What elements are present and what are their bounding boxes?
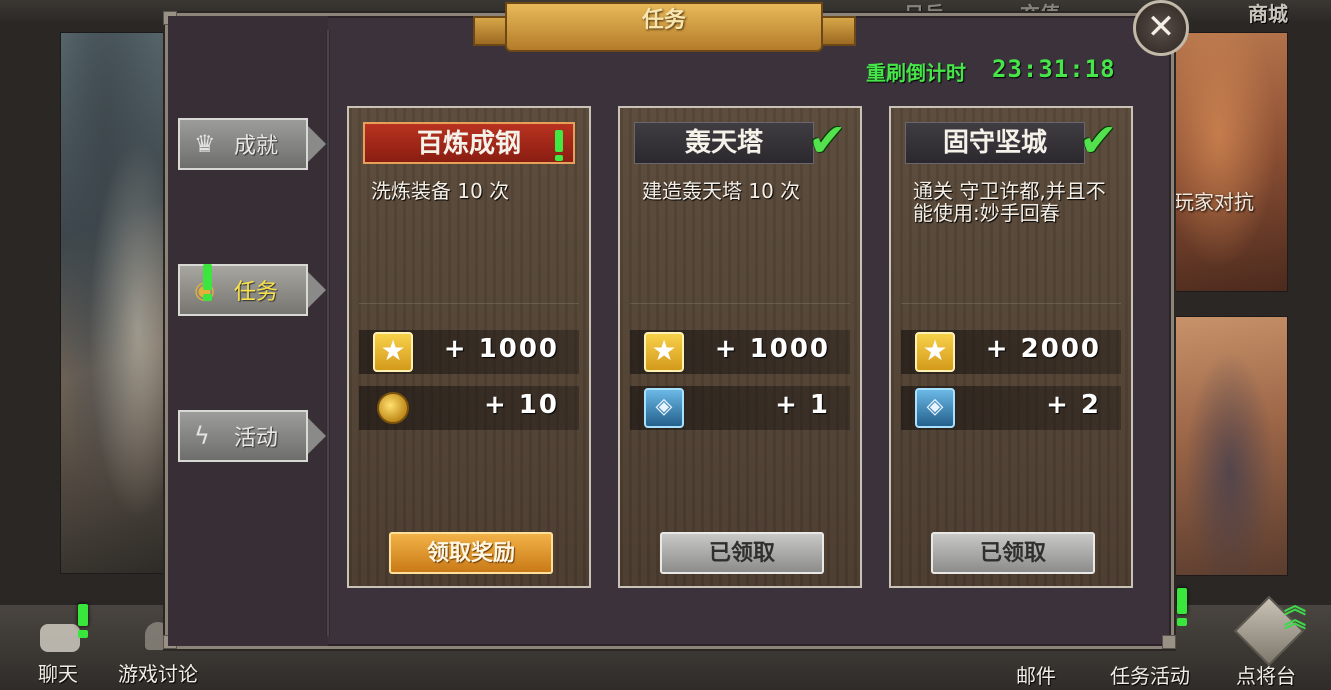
checkmark-icon: ✔ <box>1079 113 1118 167</box>
reward-row: ★ + 2000 <box>901 330 1121 374</box>
dock-mail[interactable]: 邮件 <box>1016 660 1056 689</box>
quest-title: 固守坚城 <box>905 122 1085 164</box>
tab-quests[interactable]: ◉ 任务 <box>178 264 326 316</box>
quest-card: 百炼成钢 洗炼装备 10 次 ★ + 1000 + 10 领取奖励 <box>347 106 591 588</box>
sidebar-divider <box>326 30 330 636</box>
star-icon: ★ <box>915 332 955 372</box>
dialog-corner <box>1162 635 1176 649</box>
card-divider <box>630 303 850 304</box>
tab-quests-label: 任务 <box>234 280 279 305</box>
quest-title-text: 固守坚城 <box>942 128 1047 158</box>
star-icon: ★ <box>644 332 684 372</box>
quest-description: 洗炼装备 10 次 <box>371 179 510 203</box>
card-icon: ◈ <box>644 388 684 428</box>
reward-value: + 1 <box>775 390 830 420</box>
upgrade-chevron-icon: ︽ ︽ <box>1284 594 1307 633</box>
reward-value: + 2 <box>1046 390 1101 420</box>
quest-activity-alert-icon <box>1177 588 1187 626</box>
reward-row: + 10 <box>359 386 579 430</box>
card-divider <box>901 303 1121 304</box>
quests-alert-icon <box>203 264 212 290</box>
card-icon: ◈ <box>915 388 955 428</box>
dock-chat[interactable]: 聊天 <box>38 658 78 687</box>
claimed-button[interactable]: 已领取 <box>931 532 1095 574</box>
chat-alert-icon <box>78 604 88 638</box>
dock-quest-activity[interactable]: 任务活动 <box>1110 660 1190 689</box>
quests-alert-dot <box>203 294 212 301</box>
dock-general-stage[interactable]: 点将台 <box>1236 660 1296 689</box>
reward-value: + 1000 <box>714 334 830 364</box>
quest-alert-icon <box>555 130 563 152</box>
card-divider <box>359 303 579 304</box>
crown-icon: ♛ <box>194 130 216 158</box>
reward-value: + 1000 <box>443 334 559 364</box>
tab-achievements[interactable]: ♛ 成就 <box>178 118 326 170</box>
battle-banner-image[interactable] <box>1172 316 1288 576</box>
chat-icon[interactable] <box>40 624 80 652</box>
hero-artwork <box>60 32 172 574</box>
close-button[interactable]: ✕ <box>1133 0 1189 56</box>
refresh-countdown-time: 23:31:18 <box>992 55 1116 83</box>
top-tab-shop[interactable]: 商城 <box>1248 0 1288 27</box>
reward-value: + 10 <box>483 390 559 420</box>
quest-title: 轰天塔 <box>634 122 814 164</box>
quest-title-text: 百炼成钢 <box>416 129 521 159</box>
dialog-title: 任务 <box>641 8 686 33</box>
dialog-sidebar <box>168 16 328 646</box>
quest-description: 通关 守卫许都,并且不能使用:妙手回春 <box>913 179 1106 225</box>
pvp-banner-image[interactable] <box>1172 32 1288 292</box>
claimed-button[interactable]: 已领取 <box>660 532 824 574</box>
quest-title: 百炼成钢 <box>363 122 575 164</box>
reward-row: ◈ + 1 <box>630 386 850 430</box>
star-icon: ★ <box>373 332 413 372</box>
tab-achievements-label: 成就 <box>234 134 279 159</box>
coins-icon <box>377 392 409 424</box>
quest-description: 建造轰天塔 10 次 <box>642 179 801 203</box>
reward-row: ◈ + 2 <box>901 386 1121 430</box>
quest-card: 固守坚城 ✔ 通关 守卫许都,并且不能使用:妙手回春 ★ + 2000 ◈ + … <box>889 106 1133 588</box>
refresh-countdown-label: 重刷倒计时 <box>866 61 966 85</box>
pvp-banner-label: 玩家对抗 <box>1174 190 1254 214</box>
tab-events[interactable]: ϟ 活动 <box>178 410 326 462</box>
dock-forum[interactable]: 游戏讨论 <box>118 658 198 687</box>
quest-card: 轰天塔 ✔ 建造轰天塔 10 次 ★ + 1000 ◈ + 1 已领取 <box>618 106 862 588</box>
claim-reward-button[interactable]: 领取奖励 <box>389 532 553 574</box>
reward-row: ★ + 1000 <box>359 330 579 374</box>
reward-row: ★ + 1000 <box>630 330 850 374</box>
lightning-icon: ϟ <box>194 422 210 450</box>
quest-title-text: 轰天塔 <box>684 128 763 158</box>
reward-value: + 2000 <box>985 334 1101 364</box>
quest-alert-dot <box>555 155 563 161</box>
checkmark-icon: ✔ <box>808 113 847 167</box>
tab-events-label: 活动 <box>234 426 279 451</box>
